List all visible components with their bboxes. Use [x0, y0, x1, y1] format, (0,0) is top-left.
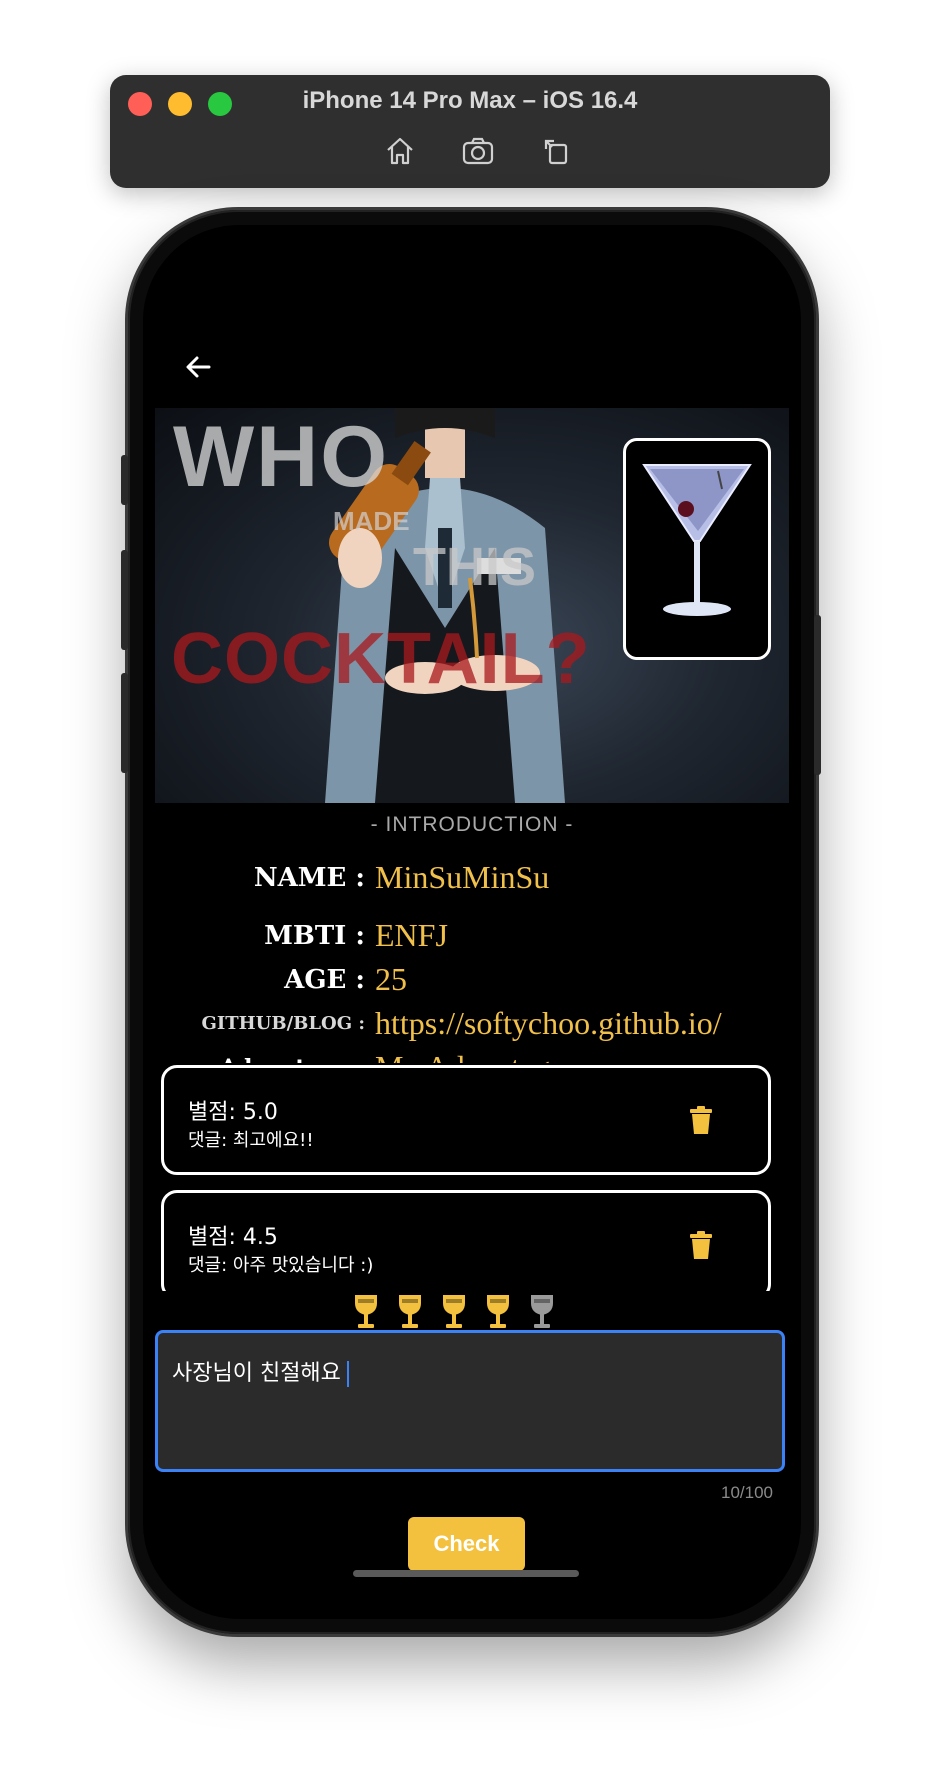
info-row-mbti: MBTI : ENFJ: [143, 913, 801, 957]
info-row-github[interactable]: GITHUB/BLOG : https://softychoo.github.i…: [143, 1001, 801, 1045]
back-button[interactable]: [179, 347, 219, 387]
github-link[interactable]: https://softychoo.github.io/: [375, 1005, 722, 1042]
info-row-name: NAME : MinSuMinSu: [143, 855, 801, 899]
introduction-heading: - INTRODUCTION -: [370, 813, 574, 836]
info-row-age: AGE : 25: [143, 957, 801, 1001]
character-counter: 10/100: [721, 1483, 773, 1502]
review-score: 별점: 4.5: [188, 1225, 278, 1250]
hero-text-cocktail: COCKTAIL?: [171, 619, 591, 699]
volume-up-button: [121, 550, 128, 650]
martini-glass-icon: [642, 464, 752, 616]
volume-down-button: [121, 673, 128, 773]
review-card: 별점: 4.5 댓글: 아주 맛있습니다 :): [161, 1190, 771, 1291]
hero-text-made: MADE: [333, 506, 410, 536]
arrow-left-icon: [186, 356, 211, 378]
info-label: GITHUB/BLOG :: [201, 1013, 365, 1034]
wine-glass-icon[interactable]: [485, 1293, 511, 1331]
info-value: 25: [375, 961, 407, 997]
wine-glass-icon[interactable]: [353, 1293, 379, 1331]
wine-glass-icon[interactable]: [397, 1293, 423, 1331]
home-icon[interactable]: [382, 133, 418, 169]
comment-value: 사장님이 친절해요: [172, 1361, 341, 1386]
info-value: MinSuMinSu: [375, 859, 550, 895]
hero-text-who: WHO: [173, 409, 390, 505]
info-label: MBTI :: [264, 921, 365, 951]
comment-input[interactable]: 사장님이 친절해요: [155, 1330, 785, 1472]
review-score: 별점: 5.0: [188, 1100, 278, 1125]
trash-icon[interactable]: [690, 1106, 712, 1134]
review-comment: 댓글: 아주 맛있습니다 :): [188, 1255, 374, 1276]
home-indicator: [353, 1570, 579, 1577]
screenshot-icon[interactable]: [460, 133, 496, 169]
info-row-advantage: Advantage : My Advantage: [143, 1045, 801, 1063]
comment-text: 사장님이 친절해요: [172, 1355, 349, 1387]
introduction-info: NAME : MinSuMinSu MBTI : ENFJ AGE : 25 G…: [143, 855, 801, 1063]
simulator-title-bar: iPhone 14 Pro Max – iOS 16.4: [110, 75, 830, 188]
hero-banner: WHO MADE THIS COCKTAIL?: [155, 408, 789, 803]
cocktail-image-card: [623, 438, 771, 660]
mute-switch: [121, 455, 128, 505]
text-caret: [346, 1361, 349, 1387]
review-comment: 댓글: 최고에요!!: [188, 1130, 314, 1151]
hero-text-this: THIS: [413, 537, 537, 597]
info-label: Advantage :: [220, 1055, 365, 1063]
app-screen: WHO MADE THIS COCKTAIL? - INTRODUCTION -…: [143, 225, 801, 1619]
simulator-title: iPhone 14 Pro Max – iOS 16.4: [302, 87, 638, 114]
info-value: ENFJ: [375, 917, 448, 953]
rotate-icon[interactable]: [538, 133, 574, 169]
info-label: NAME :: [253, 863, 365, 893]
check-button[interactable]: Check: [408, 1517, 525, 1571]
power-button: [814, 615, 821, 775]
review-card: 별점: 5.0 댓글: 최고에요!!: [161, 1065, 771, 1175]
trash-icon[interactable]: [690, 1231, 712, 1259]
wine-glass-icon[interactable]: [441, 1293, 467, 1331]
wine-glass-icon[interactable]: [529, 1293, 555, 1331]
info-value: My Advantage: [375, 1049, 564, 1063]
review-list[interactable]: 별점: 5.0 댓글: 최고에요!! 별점: 4.5 댓글: 아주 맛있습니다 …: [143, 1065, 801, 1291]
info-label: AGE :: [284, 965, 365, 995]
